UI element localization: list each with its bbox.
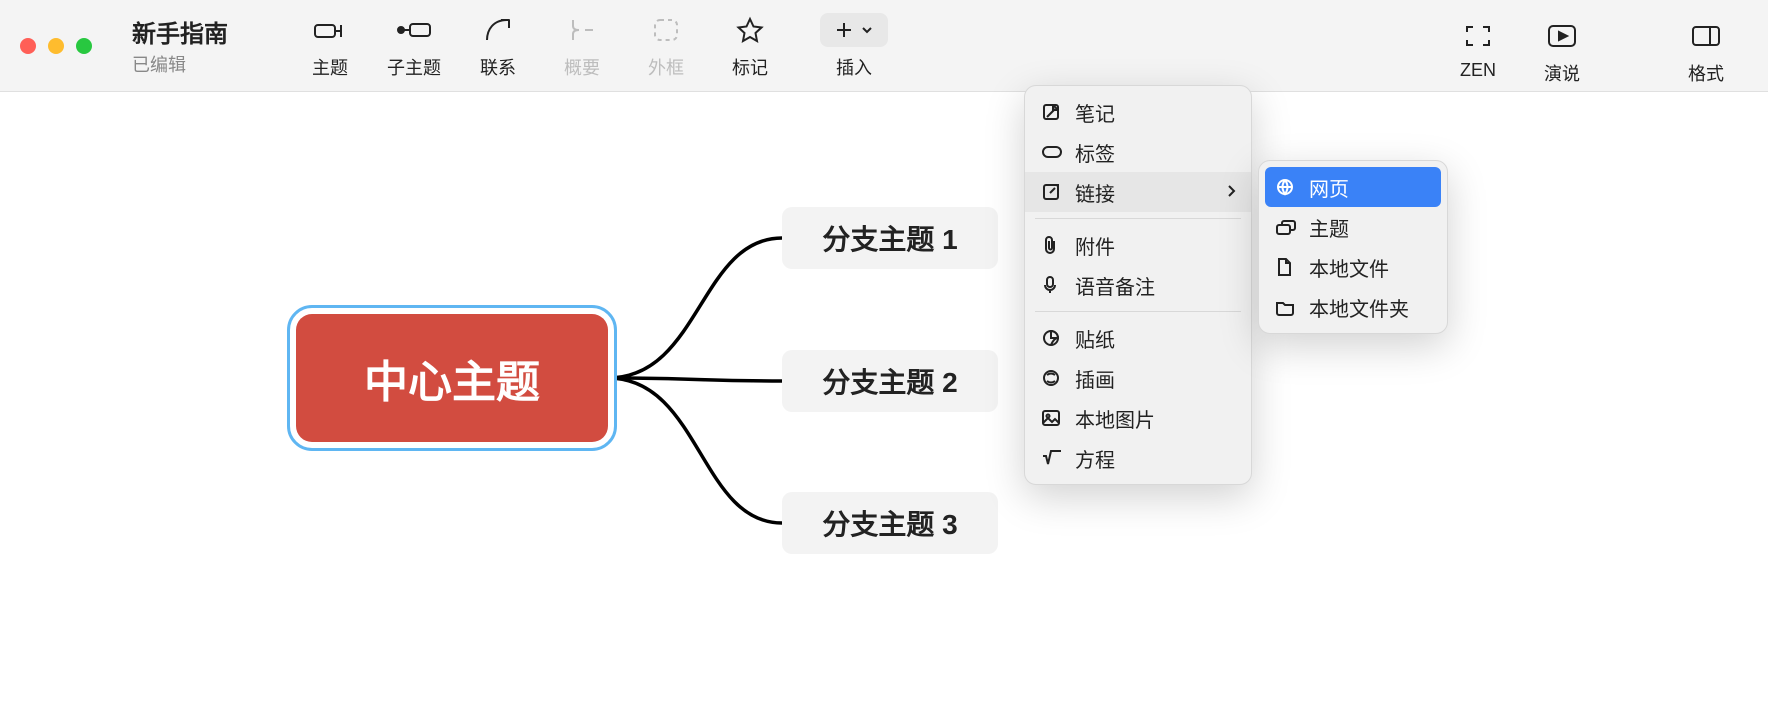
format-button[interactable]: 格式	[1664, 20, 1748, 86]
illustration-icon	[1041, 368, 1069, 388]
document-title: 新手指南	[132, 14, 228, 49]
minimize-window-button[interactable]	[48, 38, 64, 54]
link-icon	[1041, 182, 1069, 202]
subtopic-icon	[395, 14, 433, 46]
menu-item-equation[interactable]: 方程	[1025, 438, 1251, 478]
submenu-label-web: 网页	[1309, 173, 1349, 202]
topic-button[interactable]: 主题	[288, 14, 372, 80]
titlebar: 新手指南 已编辑 主题 子主题 联系 概要	[0, 0, 1768, 92]
globe-icon	[1275, 177, 1303, 197]
menu-item-local-image[interactable]: 本地图片	[1025, 398, 1251, 438]
menu-label-sticker: 贴纸	[1075, 324, 1115, 353]
insert-label: 插入	[836, 54, 872, 80]
boundary-label: 外框	[648, 54, 684, 80]
submenu-item-local-folder[interactable]: 本地文件夹	[1259, 287, 1447, 327]
fullscreen-window-button[interactable]	[76, 38, 92, 54]
branch-2-text: 分支主题 2	[822, 361, 957, 401]
submenu-item-topic[interactable]: 主题	[1259, 207, 1447, 247]
branch-topic-2[interactable]: 分支主题 2	[782, 350, 998, 412]
branch-topic-3[interactable]: 分支主题 3	[782, 492, 998, 554]
summary-label: 概要	[564, 54, 600, 80]
sticker-icon	[1041, 328, 1069, 348]
link-submenu: 网页 主题 本地文件 本地文件夹	[1258, 160, 1448, 334]
right-toolbar: ZEN 演说 格式	[1436, 6, 1748, 86]
insert-dropdown: 笔记 标签 链接 附件 语音备注 贴纸 插画 本地图片 方程	[1024, 85, 1252, 485]
branch-1-text: 分支主题 1	[822, 218, 957, 258]
menu-item-attachment[interactable]: 附件	[1025, 225, 1251, 265]
branch-topic-1[interactable]: 分支主题 1	[782, 207, 998, 269]
document-title-wrap: 新手指南 已编辑	[132, 14, 228, 77]
zen-label: ZEN	[1460, 60, 1496, 81]
present-label: 演说	[1544, 60, 1580, 86]
menu-item-label[interactable]: 标签	[1025, 132, 1251, 172]
star-icon	[735, 14, 765, 46]
menu-item-voice[interactable]: 语音备注	[1025, 265, 1251, 305]
menu-item-sticker[interactable]: 贴纸	[1025, 318, 1251, 358]
topic-link-icon	[1275, 219, 1303, 235]
topic-label: 主题	[312, 54, 348, 80]
submenu-label-local-folder: 本地文件夹	[1309, 293, 1409, 322]
attachment-icon	[1041, 235, 1069, 255]
menu-separator	[1035, 218, 1241, 219]
relation-label: 联系	[480, 54, 516, 80]
relation-button[interactable]: 联系	[456, 14, 540, 80]
summary-icon	[567, 14, 597, 46]
menu-label-voice: 语音备注	[1075, 271, 1155, 300]
summary-button: 概要	[540, 14, 624, 80]
microphone-icon	[1041, 275, 1069, 295]
submenu-label-local-file: 本地文件	[1309, 253, 1389, 282]
branch-3-text: 分支主题 3	[822, 503, 957, 543]
window-controls	[20, 38, 92, 54]
plus-icon	[820, 14, 888, 46]
equation-icon	[1041, 450, 1069, 466]
boundary-button: 外框	[624, 14, 708, 80]
note-icon	[1041, 102, 1069, 122]
folder-icon	[1275, 298, 1303, 316]
close-window-button[interactable]	[20, 38, 36, 54]
menu-item-note[interactable]: 笔记	[1025, 92, 1251, 132]
insert-button[interactable]: 插入	[812, 14, 896, 80]
menu-item-link[interactable]: 链接	[1025, 172, 1251, 212]
menu-separator	[1035, 311, 1241, 312]
menu-label-local-image: 本地图片	[1075, 404, 1155, 433]
chevron-right-icon	[1225, 181, 1237, 204]
central-topic[interactable]: 中心主题	[296, 314, 608, 442]
relation-icon	[483, 14, 513, 46]
menu-label-attachment: 附件	[1075, 231, 1115, 260]
menu-label-link: 链接	[1075, 178, 1115, 207]
menu-label-note: 笔记	[1075, 98, 1115, 127]
submenu-item-local-file[interactable]: 本地文件	[1259, 247, 1447, 287]
fullscreen-icon	[1463, 20, 1493, 52]
submenu-item-web[interactable]: 网页	[1265, 167, 1441, 207]
subtopic-label: 子主题	[387, 54, 441, 80]
zen-button[interactable]: ZEN	[1436, 20, 1520, 81]
toolbar: 主题 子主题 联系 概要 外框	[288, 0, 1436, 91]
present-button[interactable]: 演说	[1520, 20, 1604, 86]
format-label: 格式	[1688, 60, 1724, 86]
menu-label-illustration: 插画	[1075, 364, 1115, 393]
menu-label-equation: 方程	[1075, 444, 1115, 473]
central-topic-text: 中心主题	[364, 346, 540, 410]
mindmap-canvas[interactable]: 中心主题 分支主题 1 分支主题 2 分支主题 3	[0, 92, 1768, 708]
boundary-icon	[651, 14, 681, 46]
image-icon	[1041, 409, 1069, 427]
document-subtitle: 已编辑	[132, 51, 228, 77]
menu-item-illustration[interactable]: 插画	[1025, 358, 1251, 398]
marker-label: 标记	[732, 54, 768, 80]
submenu-label-topic: 主题	[1309, 213, 1349, 242]
menu-label-label: 标签	[1075, 138, 1115, 167]
marker-button[interactable]: 标记	[708, 14, 792, 80]
subtopic-button[interactable]: 子主题	[372, 14, 456, 80]
topic-icon	[313, 14, 347, 46]
label-icon	[1041, 145, 1069, 159]
file-icon	[1275, 257, 1303, 277]
play-icon	[1546, 20, 1578, 52]
panel-icon	[1690, 20, 1722, 52]
